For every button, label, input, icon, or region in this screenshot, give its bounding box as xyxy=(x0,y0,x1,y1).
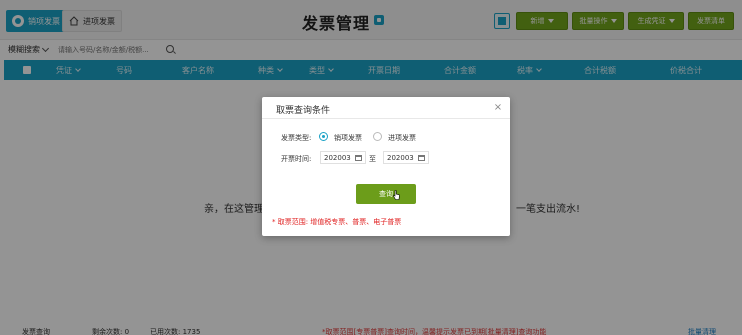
date-to-field[interactable]: 202003 xyxy=(383,151,429,164)
scope-note: * 取票范围: 增值税专票、普票、电子普票 xyxy=(272,218,402,226)
divider xyxy=(262,118,510,119)
query-button-label: 查询 xyxy=(379,190,393,198)
radio-sales-label[interactable]: 销项发票 xyxy=(334,133,362,143)
calendar-icon xyxy=(355,155,362,161)
close-icon[interactable]: × xyxy=(493,103,503,113)
date-separator: 至 xyxy=(369,155,376,163)
date-from-value: 202003 xyxy=(324,154,351,162)
calendar-icon xyxy=(418,155,425,161)
dialog-title: 取票查询条件 xyxy=(276,106,331,116)
pointer-cursor-icon xyxy=(393,190,400,200)
query-dialog: 取票查询条件 × 发票类型: 销项发票 进项发票 开票时间: 202003 至 … xyxy=(262,97,510,236)
radio-purchase-label[interactable]: 进项发票 xyxy=(388,133,416,143)
invoice-type-label: 发票类型: xyxy=(281,134,312,142)
query-button[interactable]: 查询 xyxy=(356,184,416,204)
issue-time-label: 开票时间: xyxy=(281,155,312,163)
date-from-field[interactable]: 202003 xyxy=(320,151,366,164)
date-to-value: 202003 xyxy=(387,154,414,162)
radio-sales-invoice[interactable] xyxy=(319,132,328,141)
radio-purchase-invoice[interactable] xyxy=(373,132,382,141)
